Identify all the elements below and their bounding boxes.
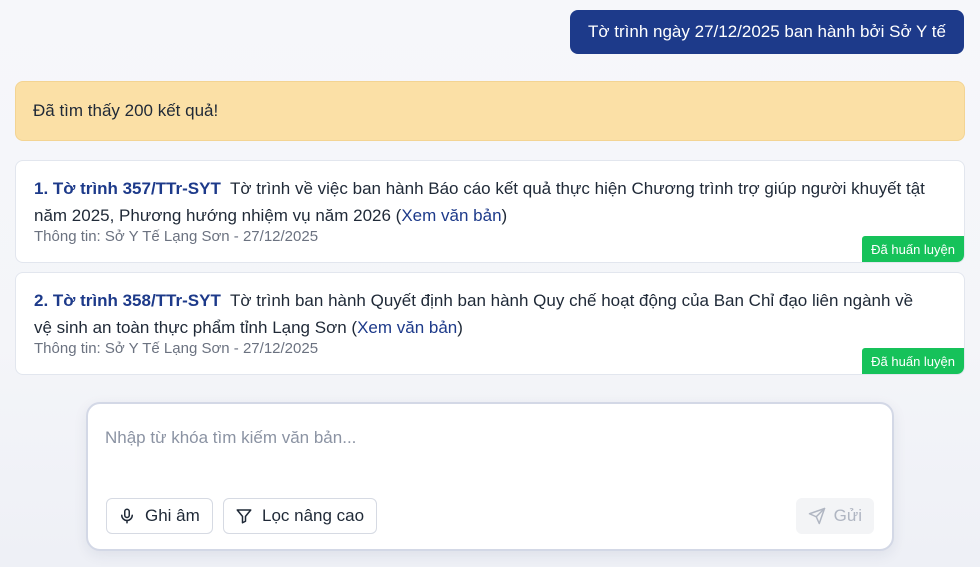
paper-plane-icon <box>808 507 826 525</box>
user-message-bubble: Tờ trình ngày 27/12/2025 ban hành bởi Sở… <box>570 10 964 54</box>
result-card-body: 1. Tờ trình 357/TTr-SYT Tờ trình về việc… <box>34 179 925 225</box>
record-button-label: Ghi âm <box>145 506 200 525</box>
view-document-link[interactable]: Xem văn bản <box>401 206 501 225</box>
result-card: 1. Tờ trình 357/TTr-SYT Tờ trình về việc… <box>15 160 965 263</box>
view-document-link[interactable]: Xem văn bản <box>357 318 457 337</box>
document-meta: Thông tin: Sở Y Tế Lạng Sơn - 27/12/2025 <box>34 340 319 357</box>
funnel-icon <box>234 506 254 526</box>
trained-status-badge: Đã huấn luyện <box>862 348 964 374</box>
advanced-filter-button[interactable]: Lọc nâng cao <box>223 498 378 534</box>
document-title: 1. Tờ trình 357/TTr-SYT <box>34 179 221 198</box>
advanced-filter-label: Lọc nâng cao <box>262 506 365 525</box>
result-card-body: 2. Tờ trình 358/TTr-SYT Tờ trình ban hàn… <box>34 291 914 337</box>
record-button[interactable]: Ghi âm <box>106 498 213 534</box>
microphone-icon <box>117 506 137 526</box>
result-card: 2. Tờ trình 358/TTr-SYT Tờ trình ban hàn… <box>15 272 965 375</box>
result-count-banner: Đã tìm thấy 200 kết quả! <box>15 81 965 141</box>
send-button[interactable]: Gửi <box>795 498 874 534</box>
document-meta: Thông tin: Sở Y Tế Lạng Sơn - 27/12/2025 <box>34 228 319 245</box>
send-button-label: Gửi <box>833 506 862 525</box>
search-input[interactable] <box>105 424 865 452</box>
trained-status-badge: Đã huấn luyện <box>862 236 964 262</box>
document-title: 2. Tờ trình 358/TTr-SYT <box>34 291 221 310</box>
search-composer: Ghi âm Lọc nâng cao Gửi <box>86 402 894 551</box>
